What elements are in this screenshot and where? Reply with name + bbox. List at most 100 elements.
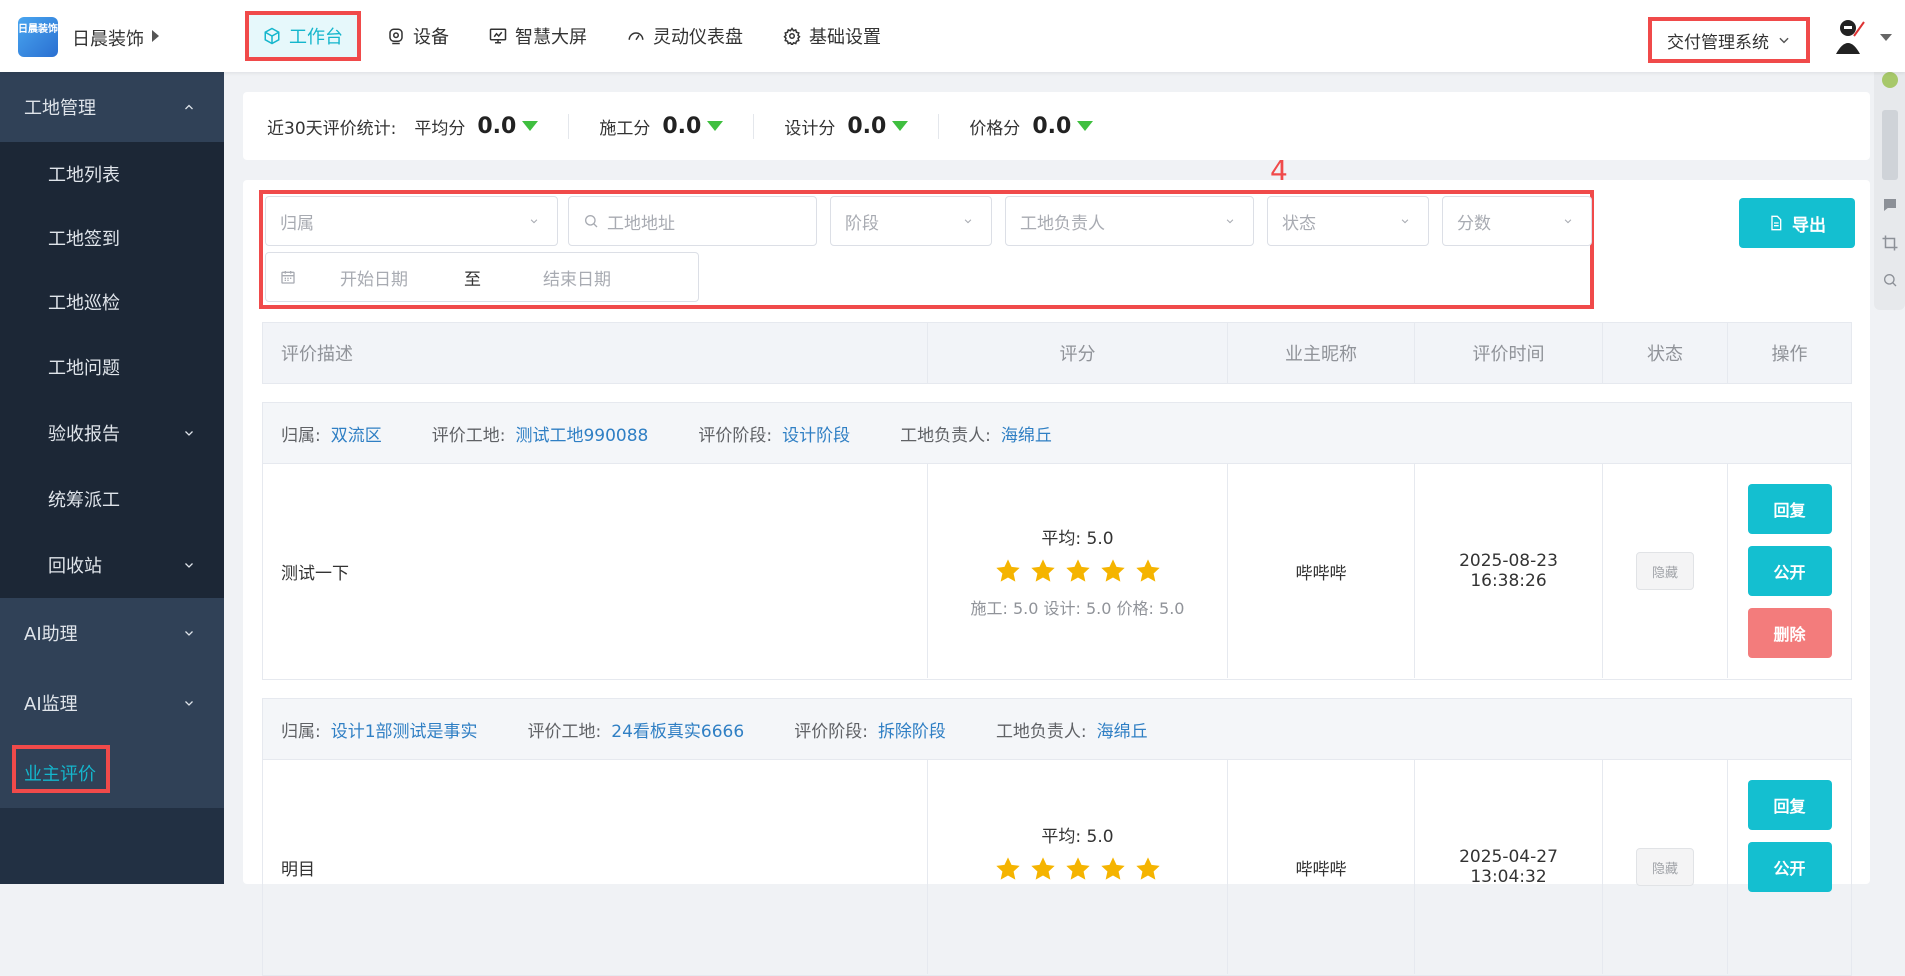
review-group-header: 归属: 双流区 评价工地: 测试工地990088 评价阶段: 设计阶段 工地负责… (262, 402, 1852, 464)
stat-value: 0.0 (477, 113, 517, 139)
group-key: 归属: (281, 721, 321, 742)
owner-select[interactable]: 归属 (265, 196, 558, 246)
address-placeholder: 工地地址 (607, 213, 675, 234)
sidebar-item-label: 工地列表 (48, 165, 120, 186)
plugin-icon[interactable] (1882, 72, 1898, 88)
sidebar-item-recycle-bin[interactable]: 回收站 (0, 532, 224, 598)
main-card: 归属 工地地址 阶段 工地负责人 状态 分数 开始日期 至 结束日期 导出 评价… (243, 180, 1870, 976)
cube-icon (264, 27, 280, 45)
sidebar-item-ai-supervision[interactable]: AI监理 (0, 668, 224, 738)
sidebar-item-site-list[interactable]: 工地列表 (0, 142, 224, 206)
average-score: 平均: 5.0 (1041, 528, 1114, 549)
logo-text: 日晨装饰 (18, 24, 58, 35)
chevron-down-icon (1779, 37, 1789, 44)
status-placeholder: 状态 (1282, 213, 1316, 234)
group-owner-value[interactable]: 双流区 (331, 421, 382, 446)
monitor-icon (489, 28, 507, 44)
status-badge: 隐藏 (1636, 848, 1694, 886)
publish-button[interactable]: 公开 (1747, 546, 1832, 596)
sidebar-item-site-issues[interactable]: 工地问题 (0, 334, 224, 400)
star-icon (1100, 558, 1125, 582)
brand-name[interactable]: 日晨装饰 (72, 25, 144, 51)
search-icon[interactable] (1882, 272, 1898, 288)
group-key: 工地负责人: (995, 721, 1087, 742)
start-date-input[interactable]: 开始日期 (340, 265, 408, 290)
nav-settings[interactable]: 基础设置 (769, 14, 895, 58)
sidebar-item-dispatch[interactable]: 统筹派工 (0, 466, 224, 532)
crop-icon[interactable] (1881, 234, 1899, 252)
manager-select[interactable]: 工地负责人 (1005, 196, 1254, 246)
trend-down-icon (522, 121, 539, 131)
calendar-icon (281, 271, 295, 284)
star-icon (1135, 558, 1160, 582)
user-avatar-icon (1836, 20, 1865, 54)
score-select[interactable]: 分数 (1442, 196, 1592, 246)
sidebar-item-site-management[interactable]: 工地管理 (0, 72, 224, 142)
star-icon (995, 857, 1020, 880)
export-button[interactable]: 导出 (1739, 198, 1855, 248)
status-select[interactable]: 状态 (1267, 196, 1429, 246)
address-input[interactable]: 工地地址 (568, 196, 817, 246)
sidebar-item-acceptance-report[interactable]: 验收报告 (0, 400, 224, 466)
sidebar-item-site-checkin[interactable]: 工地签到 (0, 206, 224, 270)
sidebar-item-ai-assistant[interactable]: AI助理 (0, 598, 224, 668)
stat-value: 0.0 (1032, 113, 1072, 139)
chevron-down-icon (964, 219, 972, 224)
reviews-table: 评价描述 评分 业主昵称 评价时间 状态 操作 归属: 双流区 评价工地: 测试… (262, 322, 1852, 976)
nav-workbench[interactable]: 工作台 (245, 11, 361, 61)
date-range-separator: 至 (464, 269, 481, 290)
group-site-link[interactable]: 24看板真实6666 (611, 717, 744, 742)
sidebar-item-label: 工地签到 (48, 229, 120, 250)
caret-down-icon[interactable] (1880, 34, 1892, 41)
nav-big-screen[interactable]: 智慧大屏 (475, 14, 601, 58)
star-icon (995, 558, 1020, 582)
group-stage-value[interactable]: 拆除阶段 (878, 717, 946, 742)
nav-dashboard[interactable]: 灵动仪表盘 (613, 14, 757, 58)
camera-icon (389, 28, 403, 45)
manager-placeholder: 工地负责人 (1020, 213, 1105, 234)
stat-label: 平均分 (414, 118, 466, 139)
reply-button[interactable]: 回复 (1747, 484, 1832, 534)
rating-cell: 平均: 5.0 施工: 5.0 设计: 5.0 价格: 5.0 (928, 464, 1228, 678)
table-row: 测试一下 平均: 5.0 施工: 5.0 设计: 5.0 价格: 5.0 哔哔哔… (262, 464, 1852, 680)
nav-label: 灵动仪表盘 (653, 27, 743, 48)
status-badge: 隐藏 (1636, 552, 1694, 590)
column-header: 状态 (1603, 323, 1728, 383)
sidebar-item-label: 验收报告 (48, 424, 120, 445)
chevron-down-icon (185, 701, 193, 706)
score-placeholder: 分数 (1457, 213, 1491, 234)
sidebar-item-label: 回收站 (48, 556, 102, 577)
group-key: 评价阶段: (794, 721, 868, 742)
group-owner-value[interactable]: 设计1部测试是事实 (331, 717, 478, 742)
publish-button[interactable]: 公开 (1747, 842, 1832, 892)
group-manager-value[interactable]: 海绵丘 (1001, 421, 1052, 446)
trend-down-icon (892, 121, 909, 131)
date-range-picker[interactable]: 开始日期 至 结束日期 (265, 252, 699, 302)
review-time-cell: 2025-08-23 16:38:26 (1415, 464, 1603, 678)
system-select[interactable]: 交付管理系统 (1648, 17, 1810, 63)
group-site-link[interactable]: 测试工地990088 (515, 421, 648, 446)
group-stage-value[interactable]: 设计阶段 (782, 421, 850, 446)
nav-device[interactable]: 设备 (373, 14, 463, 58)
star-icon (1065, 857, 1090, 880)
actions-cell: 回复 公开 (1728, 760, 1851, 974)
review-time: 16:38:26 (1470, 571, 1547, 591)
chevron-down-icon (1401, 219, 1409, 224)
stage-select[interactable]: 阶段 (830, 196, 992, 246)
document-icon (1771, 215, 1782, 231)
stat-label: 价格分 (969, 118, 1021, 139)
reply-button[interactable]: 回复 (1747, 780, 1832, 830)
avatar[interactable] (1826, 14, 1870, 58)
delete-button[interactable]: 删除 (1747, 608, 1832, 658)
review-stats-card: 近30天评价统计: 平均分 0.0 施工分 0.0 设计分 0.0 价格分 0.… (243, 92, 1870, 160)
column-header: 评价描述 (263, 323, 928, 383)
caret-right-icon[interactable] (152, 30, 159, 42)
column-header: 操作 (1771, 344, 1808, 365)
chevron-down-icon (185, 431, 193, 436)
chat-icon[interactable] (1881, 196, 1899, 214)
end-date-input[interactable]: 结束日期 (543, 265, 611, 290)
group-manager-value[interactable]: 海绵丘 (1097, 717, 1148, 742)
sidebar-item-site-inspection[interactable]: 工地巡检 (0, 270, 224, 334)
stat-average: 平均分 0.0 (414, 113, 570, 139)
stat-label: 设计分 (784, 118, 836, 139)
